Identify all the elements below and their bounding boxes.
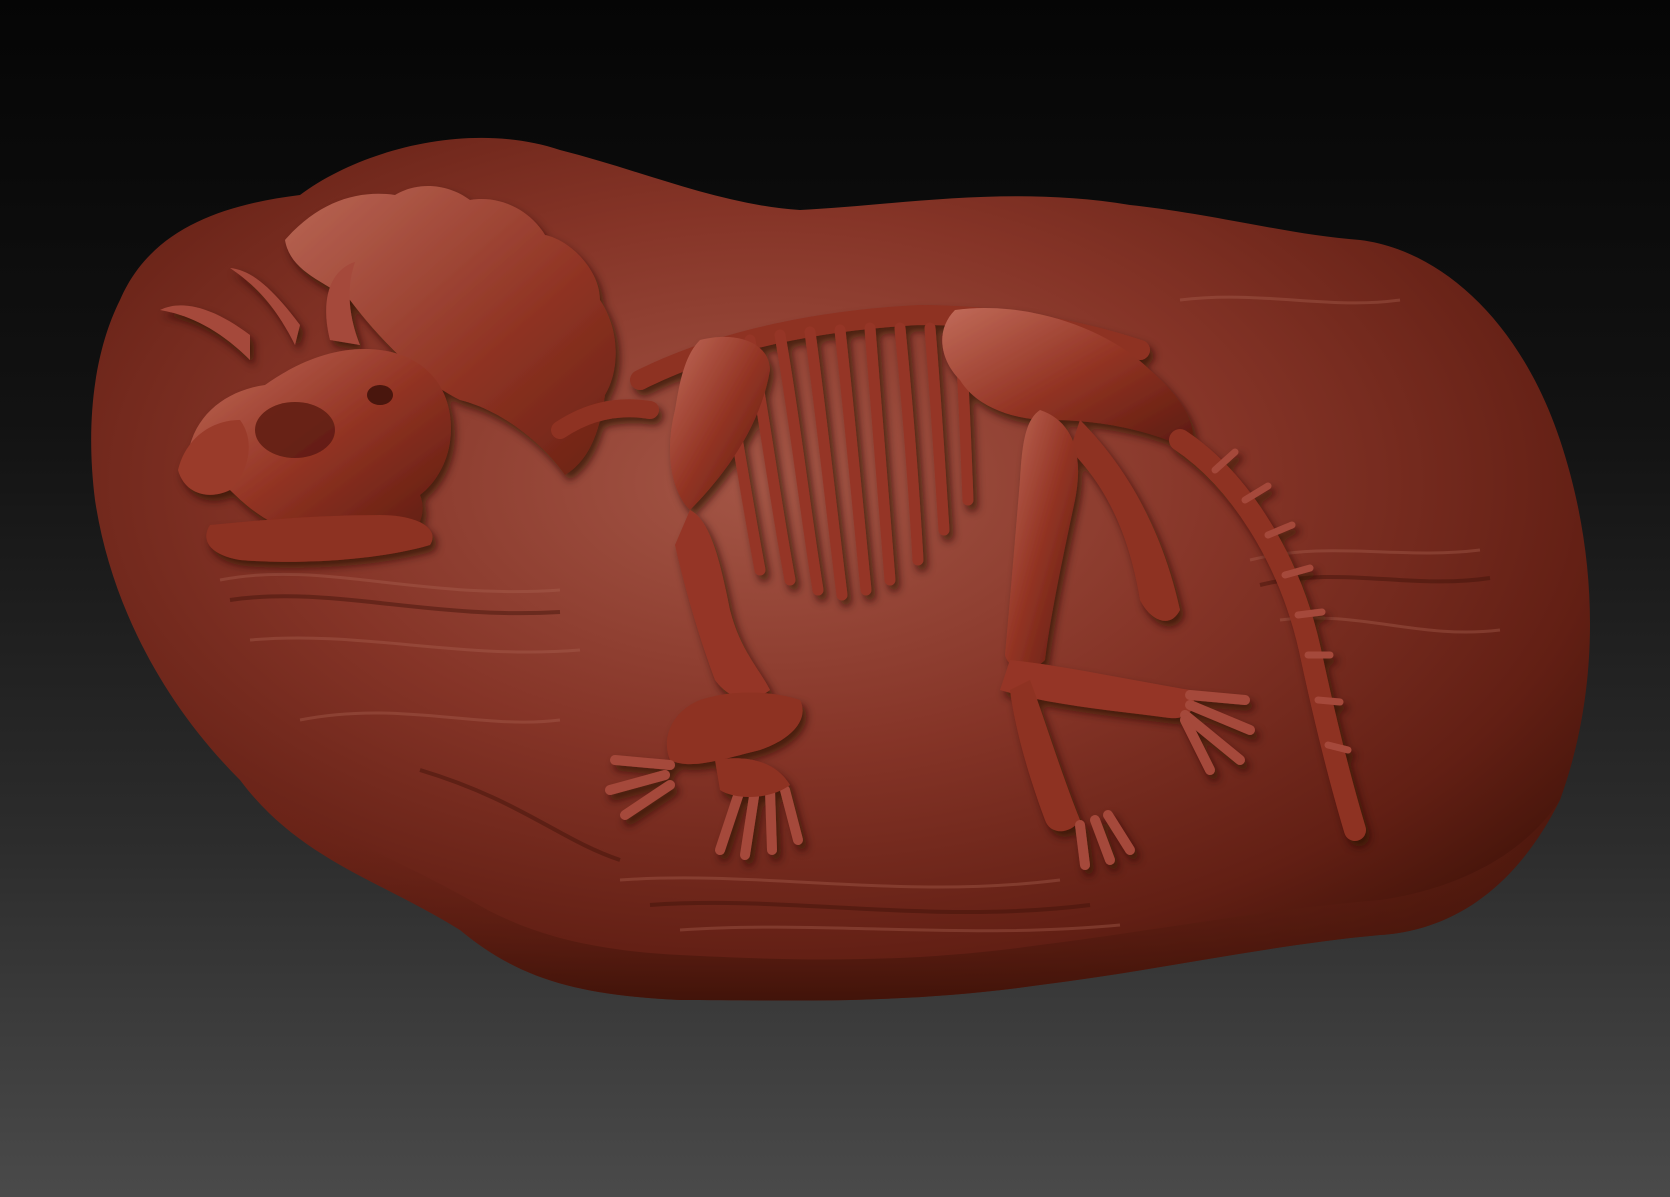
fossil-render xyxy=(91,137,1590,1001)
sculpt-viewport xyxy=(0,0,1670,1197)
